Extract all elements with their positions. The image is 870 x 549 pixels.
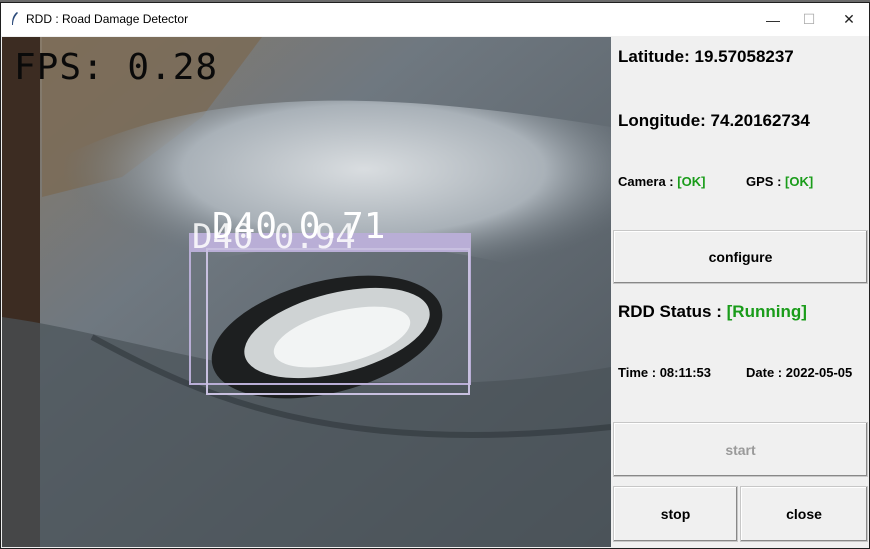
date-display: Date : 2022-05-05 bbox=[746, 365, 852, 380]
road-image bbox=[2, 37, 611, 547]
title-bar: RDD : Road Damage Detector — ☐ ✕ bbox=[1, 3, 869, 36]
camera-status: Camera : [OK] bbox=[618, 174, 705, 189]
gps-status-label: GPS : bbox=[746, 174, 782, 189]
time-label: Time : bbox=[618, 365, 657, 380]
camera-status-label: Camera : bbox=[618, 174, 674, 189]
stop-button[interactable]: stop bbox=[613, 486, 738, 542]
close-window-button[interactable]: ✕ bbox=[831, 3, 867, 36]
date-value: 2022-05-05 bbox=[785, 365, 853, 380]
app-window: RDD : Road Damage Detector — ☐ ✕ D40 0.9… bbox=[0, 2, 870, 549]
camera-status-value: [OK] bbox=[677, 174, 706, 189]
start-button[interactable]: start bbox=[613, 422, 868, 477]
close-button[interactable]: close bbox=[740, 486, 868, 542]
gps-status-value: [OK] bbox=[785, 174, 814, 189]
maximize-button[interactable]: ☐ bbox=[791, 3, 827, 36]
rdd-status-label: RDD Status : bbox=[618, 302, 722, 321]
feather-icon bbox=[12, 12, 18, 25]
camera-feed: D40 0.94 D40 0.71 FPS: 0.28 bbox=[2, 37, 611, 547]
rdd-status: RDD Status : [Running] bbox=[618, 302, 807, 322]
date-label: Date : bbox=[746, 365, 783, 380]
time-value: 08:11:53 bbox=[659, 365, 712, 380]
longitude-label: Longitude: 74.20162734 bbox=[618, 111, 810, 130]
latitude-label: Latitude: 19.57058237 bbox=[618, 47, 794, 66]
configure-button[interactable]: configure bbox=[613, 230, 868, 284]
time-display: Time : 08:11:53 bbox=[618, 365, 711, 380]
gps-status: GPS : [OK] bbox=[746, 174, 813, 189]
window-title: RDD : Road Damage Detector bbox=[26, 12, 189, 26]
fps-counter: FPS: 0.28 bbox=[14, 47, 219, 88]
minimize-button[interactable]: — bbox=[755, 3, 791, 36]
info-panel: Latitude: 19.57058237 Longitude: 74.2016… bbox=[612, 37, 868, 547]
detection-label: D40 0.71 bbox=[212, 206, 386, 247]
rdd-status-value: [Running] bbox=[726, 302, 807, 321]
